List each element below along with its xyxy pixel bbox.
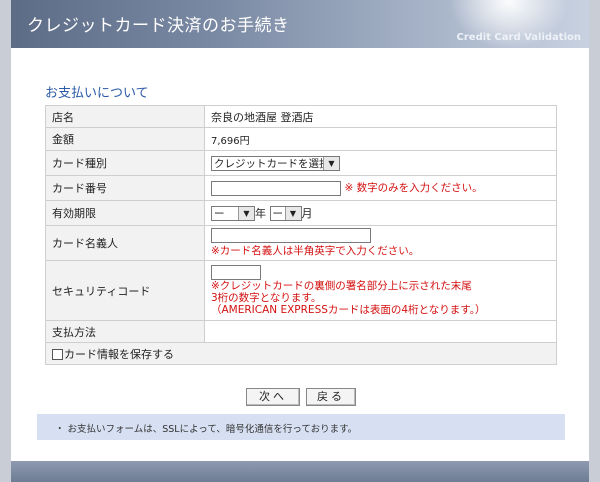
expiry-day-select[interactable]: ー ▼ bbox=[269, 206, 302, 222]
page-header: クレジットカード決済のお手続き Credit Card Validation bbox=[11, 0, 589, 48]
expiry-month-unit: 月 bbox=[301, 206, 313, 220]
card-number-input[interactable] bbox=[211, 180, 341, 196]
page-footer bbox=[11, 461, 589, 482]
shop-value: 奈良の地酒屋 登酒店 bbox=[204, 105, 557, 128]
row-payment-method: 支払方法 bbox=[45, 320, 557, 343]
expiry-label: 有効期限 bbox=[45, 200, 205, 226]
security-code-input[interactable] bbox=[211, 265, 261, 280]
row-expiry: 有効期限 ー ▼ 年 ー ▼ 月 bbox=[45, 200, 557, 226]
chevron-down-icon: ▼ bbox=[284, 207, 301, 221]
info-box: ・ お支払いフォームは、SSLによって、暗号化通信を行っております。 bbox=[37, 414, 565, 440]
card-number-label: カード番号 bbox=[45, 175, 205, 201]
right-frame bbox=[589, 0, 600, 482]
expiry-year-unit: 年 bbox=[255, 206, 266, 220]
amount-value: 7,696円 bbox=[204, 127, 557, 151]
expiry-day-value: ー bbox=[272, 208, 284, 221]
row-save-card: カード情報を保存する bbox=[45, 342, 557, 365]
shop-label: 店名 bbox=[45, 105, 205, 128]
row-card-number: カード番号 ※ 数字のみを入力ください。 bbox=[45, 175, 557, 201]
row-amount: 金額 7,696円 bbox=[45, 127, 557, 151]
section-title: お支払いについて bbox=[45, 86, 149, 101]
security-note-1: ※クレジットカードの裏側の署名部分上に示された末尾 bbox=[211, 280, 472, 292]
holder-input[interactable] bbox=[211, 228, 371, 243]
card-type-select[interactable]: クレジットカードを選択 ▼ bbox=[211, 155, 340, 171]
card-type-label: カード種別 bbox=[45, 150, 205, 176]
row-card-type: カード種別 クレジットカードを選択 ▼ bbox=[45, 150, 557, 176]
page-subtitle: Credit Card Validation bbox=[456, 32, 581, 43]
security-label: セキュリティコード bbox=[45, 260, 205, 321]
row-security: セキュリティコード ※クレジットカードの裏側の署名部分上に示された末尾 3桁の数… bbox=[45, 260, 557, 321]
security-note-3: （AMERICAN EXPRESSカードは表面の4桁となります。） bbox=[211, 304, 486, 316]
chevron-down-icon: ▼ bbox=[238, 207, 254, 221]
holder-label: カード名義人 bbox=[45, 225, 205, 261]
save-card-label[interactable]: カード情報を保存する bbox=[64, 348, 174, 361]
security-note-2: 3桁の数字となります。 bbox=[211, 292, 322, 304]
back-button[interactable]: 戻る bbox=[306, 388, 356, 406]
payment-method-value bbox=[204, 320, 557, 343]
ssl-note: ・ お支払いフォームは、SSLによって、暗号化通信を行っております。 bbox=[55, 424, 358, 435]
holder-note: ※カード名義人は半角英字で入力ください。 bbox=[211, 245, 420, 257]
payment-form-table: 店名 奈良の地酒屋 登酒店 金額 7,696円 カード種別 クレジットカードを選… bbox=[45, 105, 557, 365]
left-frame bbox=[0, 0, 11, 482]
card-number-note: ※ 数字のみを入力ください。 bbox=[344, 182, 483, 195]
card-type-selected: クレジットカードを選択 bbox=[214, 157, 330, 170]
page-title: クレジットカード決済のお手続き bbox=[27, 16, 290, 36]
expiry-month-value: ー bbox=[214, 208, 225, 221]
payment-method-label: 支払方法 bbox=[45, 320, 205, 343]
expiry-month-select[interactable]: ー ▼ bbox=[211, 206, 255, 222]
next-button[interactable]: 次へ bbox=[246, 388, 300, 406]
chevron-down-icon: ▼ bbox=[323, 156, 339, 170]
amount-label: 金額 bbox=[45, 127, 205, 151]
row-holder: カード名義人 ※カード名義人は半角英字で入力ください。 bbox=[45, 225, 557, 261]
save-card-checkbox[interactable] bbox=[52, 349, 63, 360]
row-shop: 店名 奈良の地酒屋 登酒店 bbox=[45, 105, 557, 128]
